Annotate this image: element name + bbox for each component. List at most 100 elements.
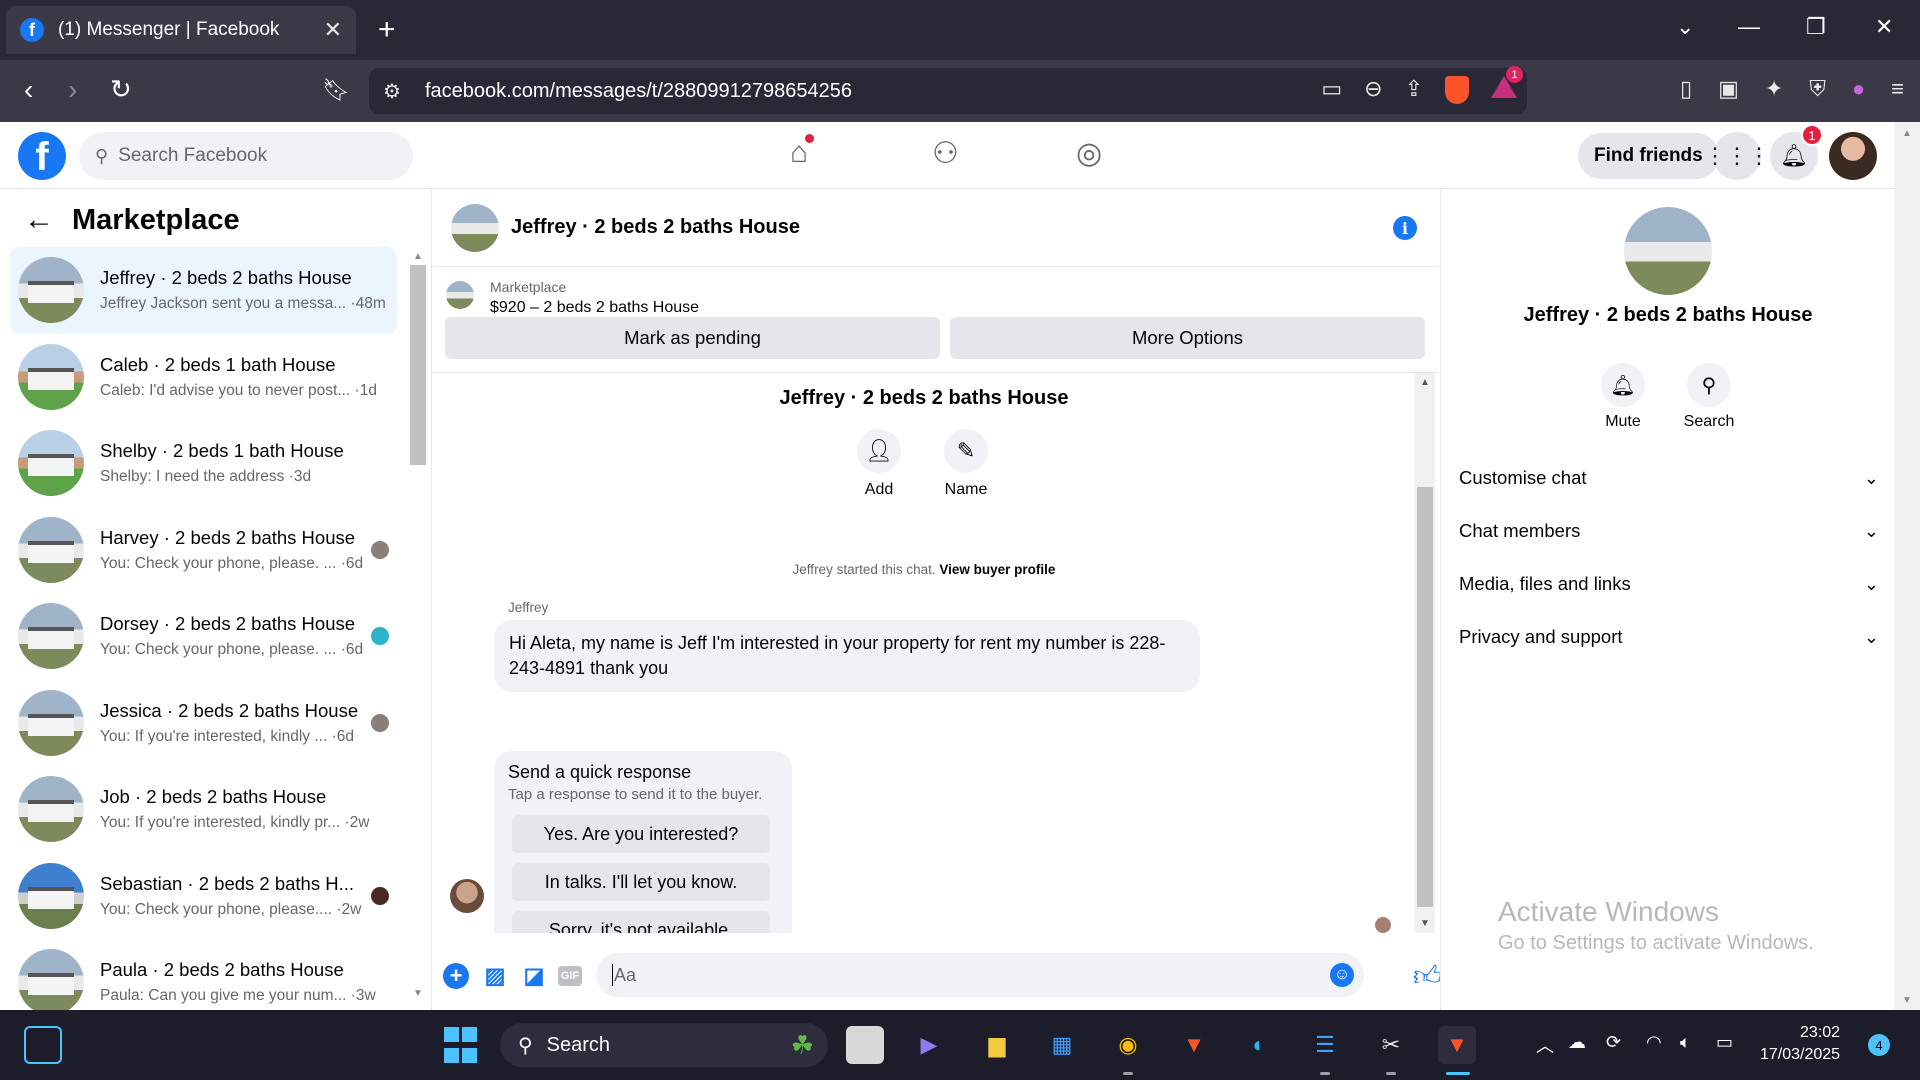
search-in-chat-button[interactable]: ⚲ Search	[1669, 363, 1749, 431]
wifi-icon[interactable]: ◠	[1646, 1032, 1662, 1053]
quick-response-button[interactable]: In talks. I'll let you know.	[512, 863, 770, 901]
scroll-up-arrow-icon[interactable]: ▲	[1420, 377, 1430, 388]
browser-tab[interactable]: f (1) Messenger | Facebook ✕	[6, 6, 356, 54]
page-scrollbar[interactable]: ▲ ▼	[1894, 122, 1920, 1010]
brave-shields-icon[interactable]	[1445, 76, 1469, 104]
conversation-item[interactable]: Caleb · 2 beds 1 bath House Caleb: I'd a…	[10, 334, 397, 421]
chat-scrollbar[interactable]: ▲ ▼	[1415, 373, 1435, 933]
snipping-tool-icon[interactable]: ✂	[1372, 1026, 1410, 1064]
chat-title[interactable]: Jeffrey · 2 beds 2 baths House	[511, 216, 800, 239]
media-files-links-section[interactable]: Media, files and links ⌄	[1459, 564, 1879, 604]
scroll-down-arrow-icon[interactable]: ▼	[1902, 995, 1912, 1006]
mark-as-pending-button[interactable]: Mark as pending	[445, 317, 940, 359]
message-input[interactable]: Aa ☺	[596, 953, 1364, 997]
view-buyer-profile-link[interactable]: View buyer profile	[939, 562, 1055, 577]
menu-grid-icon[interactable]: ⋮⋮⋮	[1704, 132, 1770, 180]
minimize-button[interactable]: —	[1738, 14, 1760, 40]
facebook-search-input[interactable]: ⚲ Search Facebook	[79, 132, 413, 180]
zoom-out-icon[interactable]: ⊖	[1364, 76, 1382, 104]
sticker-icon[interactable]: ◪	[521, 963, 547, 989]
edit-name-button[interactable]: ✎ Name	[926, 429, 1006, 499]
customise-chat-section[interactable]: Customise chat ⌄	[1459, 458, 1879, 498]
scroll-up-arrow-icon[interactable]: ▲	[1902, 128, 1912, 139]
forward-button[interactable]: ›	[68, 74, 77, 106]
new-tab-button[interactable]: +	[378, 12, 396, 48]
brave-icon[interactable]: ▼	[1175, 1026, 1213, 1064]
details-avatar[interactable]	[1624, 207, 1712, 295]
tab-close-icon[interactable]: ✕	[324, 17, 342, 43]
taskbar-search-box[interactable]: ⚲ Search ☘	[500, 1023, 828, 1067]
conversation-item[interactable]: Jeffrey · 2 beds 2 baths House Jeffrey J…	[10, 247, 397, 334]
profile-icon[interactable]: ●	[1852, 76, 1865, 102]
notification-center-badge[interactable]: 4	[1868, 1034, 1890, 1056]
restore-button[interactable]: ❐	[1806, 14, 1826, 40]
scroll-down-arrow-icon[interactable]: ▼	[1420, 918, 1430, 929]
conversation-item[interactable]: Harvey · 2 beds 2 baths House You: Check…	[10, 507, 397, 594]
gif-icon[interactable]: GIF	[558, 966, 582, 986]
volume-icon[interactable]: 🔈︎	[1680, 1032, 1691, 1053]
brave-active-icon[interactable]: ▼	[1438, 1026, 1476, 1064]
photo-attach-icon[interactable]: ▨	[482, 963, 508, 989]
close-window-button[interactable]: ✕	[1875, 14, 1893, 40]
listing-thumbnail[interactable]	[446, 281, 474, 309]
sidebar-scrollbar[interactable]: ▲ ▼	[408, 251, 428, 999]
scroll-down-arrow-icon[interactable]: ▼	[413, 988, 423, 999]
leo-ai-icon[interactable]: ✦	[1765, 76, 1783, 102]
reload-button[interactable]: ↻	[110, 74, 132, 105]
listing-price-title[interactable]: $920 – 2 beds 2 baths House	[490, 299, 699, 317]
microsoft-store-icon[interactable]: ▦	[1043, 1026, 1081, 1064]
info-icon[interactable]: i	[1393, 216, 1417, 240]
file-explorer-icon[interactable]: ▆	[978, 1026, 1016, 1064]
sync-icon[interactable]: ⟳	[1606, 1032, 1621, 1053]
teams-chat-icon[interactable]: ▶	[910, 1026, 948, 1064]
conversation-item[interactable]: Sebastian · 2 beds 2 baths H... You: Che…	[10, 853, 397, 940]
address-bar[interactable]: ⚙ facebook.com/messages/t/28809912798654…	[369, 66, 1527, 114]
sender-avatar[interactable]	[450, 879, 484, 913]
conversation-item[interactable]: Jessica · 2 beds 2 baths House You: If y…	[10, 680, 397, 767]
back-arrow-icon[interactable]: ←	[24, 203, 54, 237]
wallet-icon[interactable]: ▣	[1718, 76, 1739, 102]
user-avatar[interactable]	[1829, 132, 1877, 180]
chat-members-section[interactable]: Chat members ⌄	[1459, 511, 1879, 551]
home-nav-icon[interactable]: ⌂	[790, 134, 815, 170]
share-icon[interactable]: ⇪	[1405, 76, 1423, 104]
cast-icon[interactable]: ▭	[1321, 76, 1342, 104]
scroll-up-arrow-icon[interactable]: ▲	[413, 251, 423, 262]
emoji-icon[interactable]: ☺	[1330, 963, 1354, 987]
chrome-icon[interactable]: ◉	[1109, 1026, 1147, 1064]
sidebar-toggle-icon[interactable]: ▯	[1680, 76, 1692, 102]
notepad-icon[interactable]: ☰	[1306, 1026, 1344, 1064]
site-settings-icon[interactable]: ⚙	[383, 79, 401, 104]
tab-list-chevron-icon[interactable]: ⌄	[1676, 14, 1694, 40]
find-friends-button[interactable]: Find friends	[1578, 133, 1719, 179]
groups-nav-icon[interactable]: ◎	[1076, 136, 1102, 171]
conversation-item[interactable]: Shelby · 2 beds 1 bath House Shelby: I n…	[10, 420, 397, 507]
conversation-item[interactable]: Paula · 2 beds 2 baths House Paula: Can …	[10, 939, 397, 1010]
add-person-button[interactable]: 👤︎ Add	[839, 429, 919, 499]
menu-icon[interactable]: ≡	[1891, 76, 1904, 102]
more-actions-plus-icon[interactable]: +	[443, 963, 469, 989]
mute-button[interactable]: 🔔︎ Mute	[1583, 363, 1663, 431]
brave-rewards-icon[interactable]: 1	[1491, 66, 1523, 100]
back-button[interactable]: ‹	[24, 74, 33, 106]
privacy-support-section[interactable]: Privacy and support ⌄	[1459, 617, 1879, 657]
widgets-icon[interactable]	[24, 1026, 62, 1064]
task-view-icon[interactable]	[846, 1026, 884, 1064]
system-clock[interactable]: 23:02 17/03/2025	[1760, 1022, 1840, 1066]
bookmark-icon[interactable]: 🔖︎	[322, 77, 350, 103]
quick-response-button[interactable]: Yes. Are you interested?	[512, 815, 770, 853]
battery-icon[interactable]: ▭	[1716, 1032, 1733, 1053]
thumbs-up-icon[interactable]: 👍︎	[1413, 959, 1442, 993]
conversation-item[interactable]: Dorsey · 2 beds 2 baths House You: Check…	[10, 593, 397, 680]
chat-avatar[interactable]	[451, 203, 499, 252]
start-button[interactable]	[441, 1026, 479, 1064]
quick-response-button[interactable]: Sorry, it's not available.	[512, 911, 770, 933]
edge-icon[interactable]: ◐	[1240, 1026, 1278, 1064]
friends-nav-icon[interactable]: ⚇	[932, 136, 959, 171]
scrollbar-thumb[interactable]	[1417, 487, 1433, 907]
scrollbar-thumb[interactable]	[410, 265, 426, 465]
onedrive-icon[interactable]: ☁	[1568, 1032, 1586, 1053]
vpn-icon[interactable]: ⛨	[1809, 76, 1826, 102]
show-hidden-icons-chevron-icon[interactable]: ︿	[1536, 1032, 1554, 1058]
conversation-item[interactable]: Job · 2 beds 2 baths House You: If you'r…	[10, 766, 397, 853]
